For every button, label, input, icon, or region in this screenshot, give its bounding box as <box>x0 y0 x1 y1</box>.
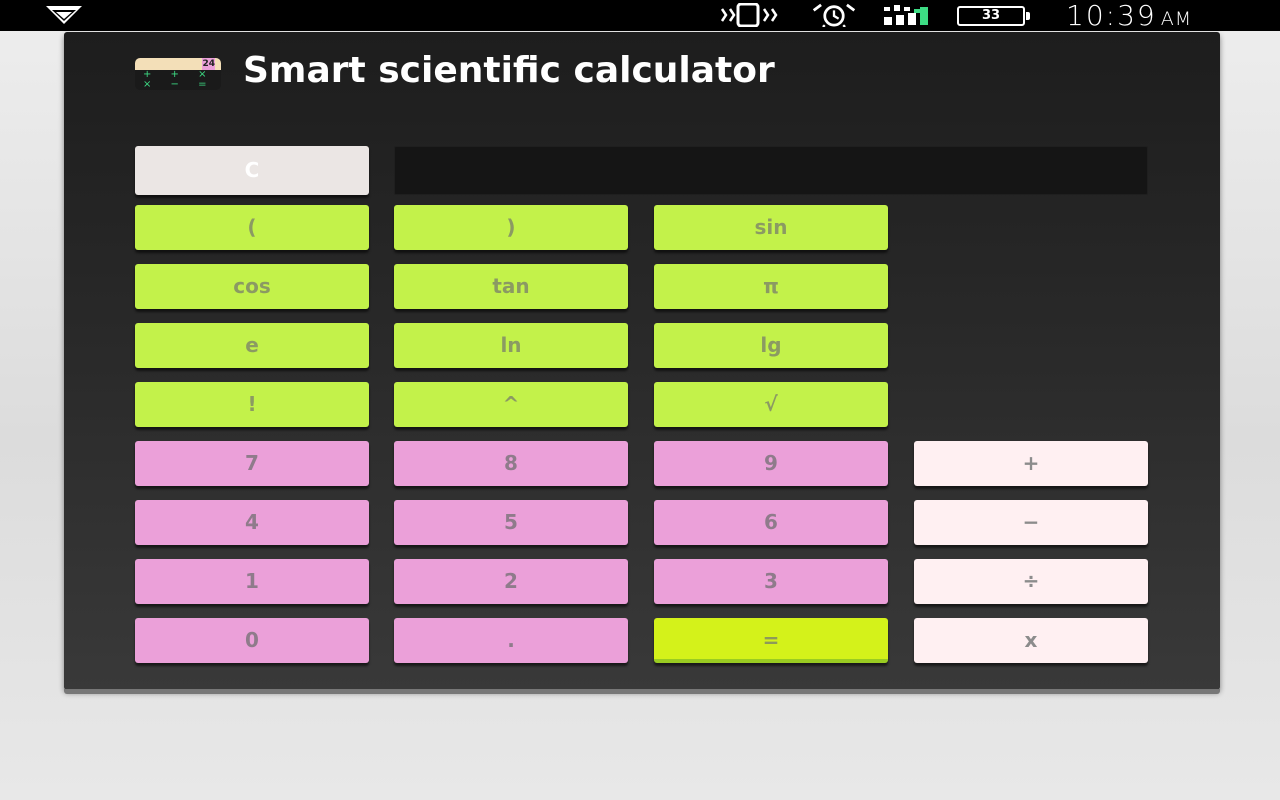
e-button[interactable]: e <box>135 323 369 368</box>
clear-button[interactable]: C <box>135 146 369 195</box>
calculator-dialog: 24 + + × × − = Smart scientific calculato… <box>64 32 1220 694</box>
power-button[interactable]: ^ <box>394 382 628 427</box>
clock-ampm: AM <box>1160 8 1193 30</box>
lg-button[interactable]: lg <box>654 323 888 368</box>
digit-1-button[interactable]: 1 <box>135 559 369 604</box>
divide-button[interactable]: ÷ <box>914 559 1148 604</box>
right-paren-button[interactable]: ) <box>394 205 628 250</box>
battery-level: 33 <box>981 8 1001 23</box>
vibrate-icon <box>720 3 778 27</box>
digit-2-button[interactable]: 2 <box>394 559 628 604</box>
status-clock: 10:39 AM <box>1066 0 1192 31</box>
digit-6-button[interactable]: 6 <box>654 500 888 545</box>
digit-9-button[interactable]: 9 <box>654 441 888 486</box>
digit-0-button[interactable]: 0 <box>135 618 369 663</box>
digit-7-button[interactable]: 7 <box>135 441 369 486</box>
pi-button[interactable]: π <box>654 264 888 309</box>
digit-4-button[interactable]: 4 <box>135 500 369 545</box>
multiply-button[interactable]: x <box>914 618 1148 663</box>
left-paren-button[interactable]: ( <box>135 205 369 250</box>
digit-8-button[interactable]: 8 <box>394 441 628 486</box>
plus-button[interactable]: + <box>914 441 1148 486</box>
tan-button[interactable]: tan <box>394 264 628 309</box>
ln-button[interactable]: ln <box>394 323 628 368</box>
battery-icon: 33 <box>957 6 1030 26</box>
decimal-point-button[interactable]: . <box>394 618 628 663</box>
cos-button[interactable]: cos <box>135 264 369 309</box>
calculator-display <box>394 146 1148 195</box>
clock-time: 10:39 <box>1066 0 1157 32</box>
sqrt-button[interactable]: √ <box>654 382 888 427</box>
notification-chevron-icon[interactable] <box>44 4 84 26</box>
digit-3-button[interactable]: 3 <box>654 559 888 604</box>
status-bar: 33 10:39 AM <box>0 0 1280 31</box>
sin-button[interactable]: sin <box>654 205 888 250</box>
alarm-icon <box>812 3 856 27</box>
digit-5-button[interactable]: 5 <box>394 500 628 545</box>
minus-button[interactable]: − <box>914 500 1148 545</box>
factorial-button[interactable]: ! <box>135 382 369 427</box>
app-title: Smart scientific calculator <box>243 50 775 91</box>
signal-icon <box>884 5 928 25</box>
equals-button[interactable]: = <box>654 618 888 663</box>
